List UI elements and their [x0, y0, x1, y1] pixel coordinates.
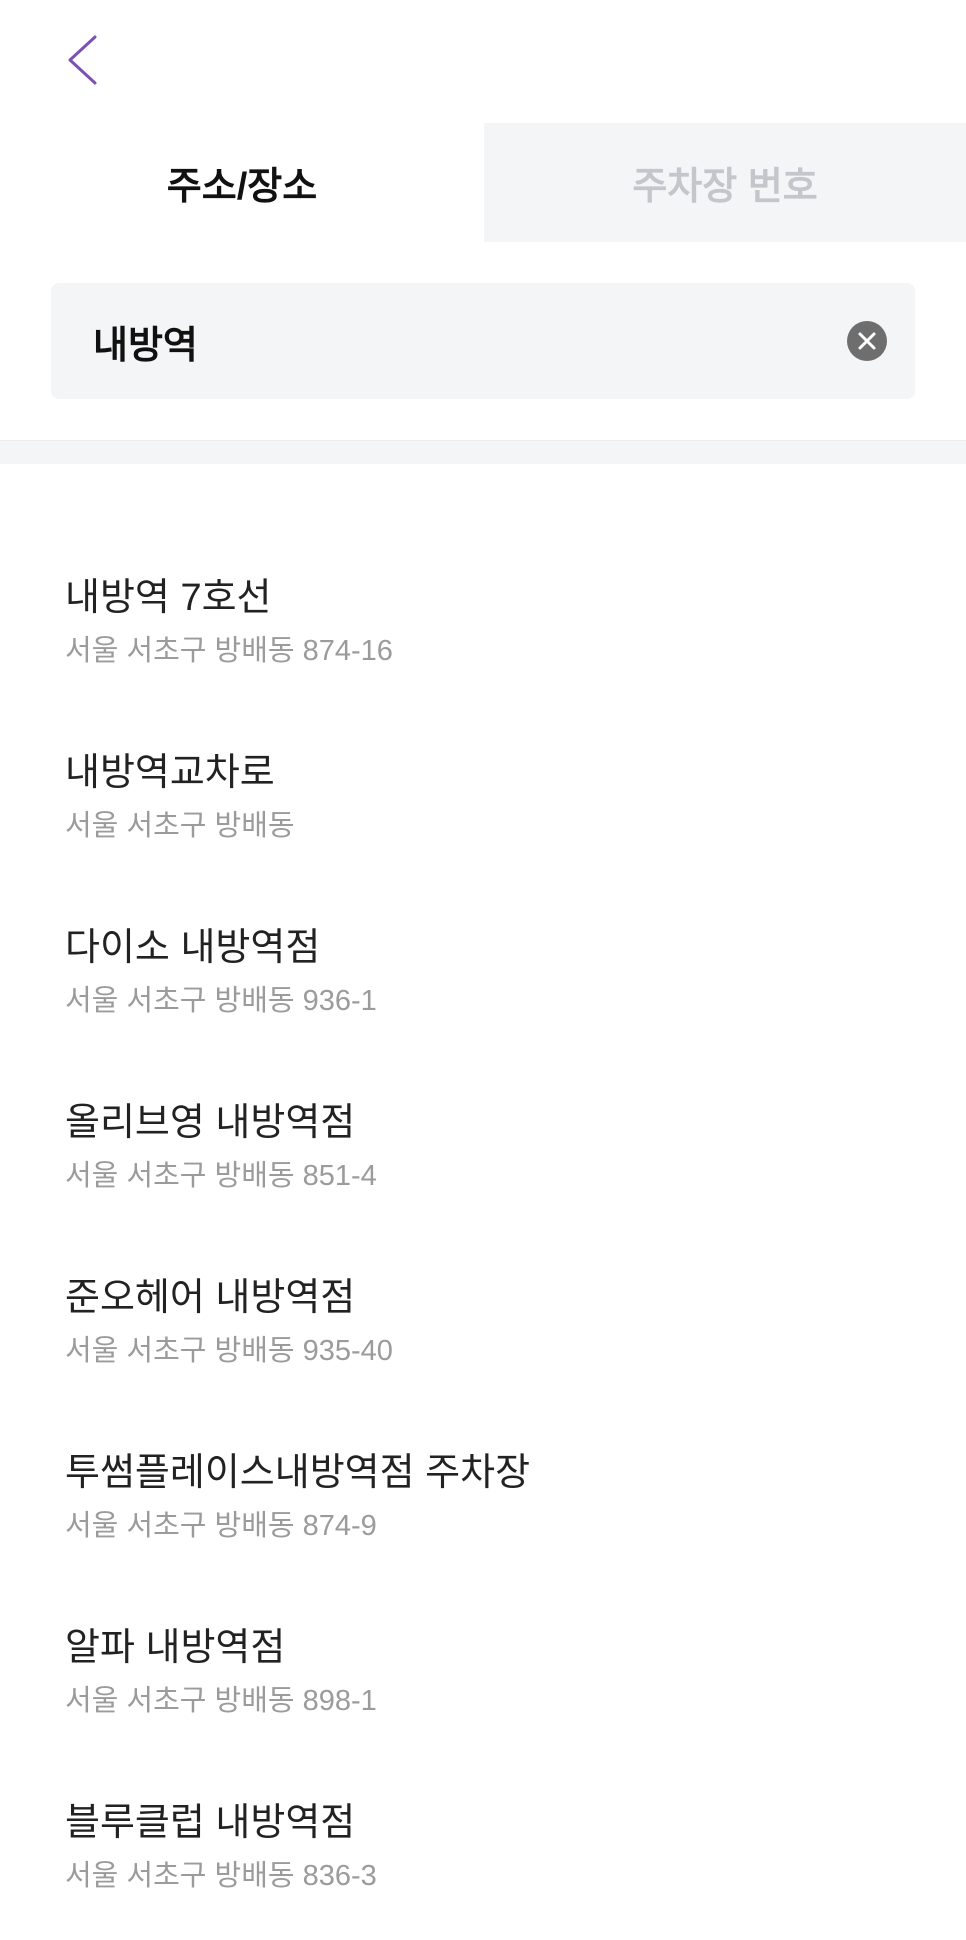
result-name: 내방역 7호선: [65, 577, 272, 619]
result-name: 다이소 내방역점: [65, 927, 321, 969]
result-item[interactable]: 블루클럽 내방역점 서울 서초구 방배동 836-3: [0, 1765, 966, 1940]
result-item[interactable]: 올리브영 내방역점 서울 서초구 방배동 851-4: [0, 1065, 966, 1240]
clear-circle-icon: [858, 332, 876, 350]
result-address: 서울 서초구 방배동 936-1: [65, 985, 377, 1017]
result-name: 올리브영 내방역점: [65, 1102, 356, 1144]
result-name: 준오헤어 내방역점: [65, 1277, 356, 1319]
result-address: 서울 서초구 방배동 836-3: [65, 1860, 377, 1892]
result-name: 블루클럽 내방역점: [65, 1802, 356, 1844]
search-mode-tabs: 주소/장소 주차장 번호: [0, 123, 966, 242]
result-address: 서울 서초구 방배동 935-40: [65, 1335, 393, 1367]
result-name: 내방역교차로: [65, 752, 275, 794]
back-button[interactable]: [58, 30, 106, 90]
result-item[interactable]: 투썸플레이스내방역점 주차장 서울 서초구 방배동 874-9: [0, 1415, 966, 1590]
tab-address-place[interactable]: 주소/장소: [0, 123, 484, 242]
search-box: [51, 283, 915, 399]
result-address: 서울 서초구 방배동 851-4: [65, 1160, 377, 1192]
tab-parking-number[interactable]: 주차장 번호: [484, 123, 966, 242]
result-address: 서울 서초구 방배동 874-9: [65, 1510, 377, 1542]
chevron-left-icon: [68, 35, 97, 85]
section-divider: [0, 440, 966, 464]
result-item[interactable]: 알파 내방역점 서울 서초구 방배동 898-1: [0, 1590, 966, 1765]
search-results-list: 내방역 7호선 서울 서초구 방배동 874-16 내방역교차로 서울 서초구 …: [0, 540, 966, 1940]
result-address: 서울 서초구 방배동 898-1: [65, 1685, 377, 1717]
result-item[interactable]: 내방역교차로 서울 서초구 방배동: [0, 715, 966, 890]
result-address: 서울 서초구 방배동: [65, 810, 295, 842]
result-item[interactable]: 준오헤어 내방역점 서울 서초구 방배동 935-40: [0, 1240, 966, 1415]
result-address: 서울 서초구 방배동 874-16: [65, 635, 393, 667]
result-item[interactable]: 내방역 7호선 서울 서초구 방배동 874-16: [0, 540, 966, 715]
result-item[interactable]: 다이소 내방역점 서울 서초구 방배동 936-1: [0, 890, 966, 1065]
result-name: 투썸플레이스내방역점 주차장: [65, 1452, 531, 1494]
clear-search-button[interactable]: [847, 321, 887, 361]
search-input[interactable]: [93, 283, 813, 399]
result-name: 알파 내방역점: [65, 1627, 286, 1669]
